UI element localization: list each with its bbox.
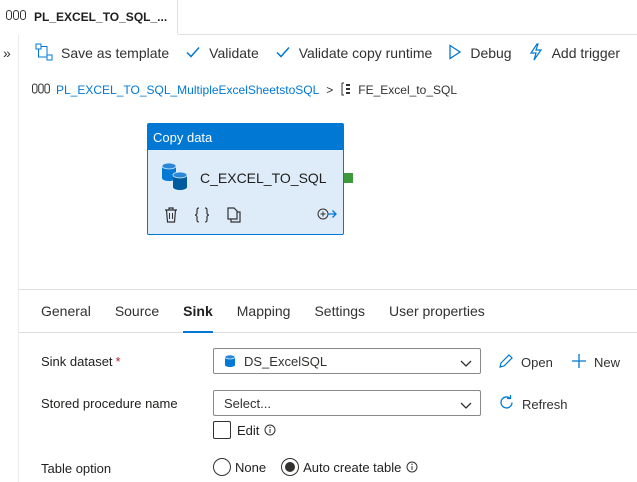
refresh-icon: [498, 394, 522, 414]
success-output-port[interactable]: [344, 173, 353, 183]
open-dataset-button[interactable]: Open: [498, 353, 553, 372]
activity-type-header: Copy data: [148, 124, 343, 150]
debug-label: Debug: [470, 45, 512, 61]
code-icon[interactable]: [194, 207, 210, 223]
database-copy-icon: [160, 162, 190, 197]
play-icon: [448, 43, 470, 63]
table-option-auto-label: Auto create table: [303, 459, 402, 475]
lightning-icon: [528, 42, 552, 64]
plus-icon: [571, 353, 594, 372]
edit-checkbox[interactable]: [213, 421, 231, 439]
checkmark-icon: [275, 44, 299, 63]
copy-data-activity[interactable]: Copy data C_EXCEL_TO_SQL: [147, 123, 344, 235]
pencil-icon: [498, 353, 521, 372]
tab-bar: PL_EXCEL_TO_SQL_...: [0, 0, 637, 35]
sink-dataset-label: Sink dataset *: [41, 354, 121, 369]
table-option-group: None Auto create table: [213, 458, 418, 476]
tab-sink[interactable]: Sink: [183, 290, 213, 333]
table-option-label: Table option: [41, 461, 112, 476]
tab-pipeline[interactable]: PL_EXCEL_TO_SQL_...: [0, 0, 178, 35]
debug-button[interactable]: Debug: [448, 43, 512, 63]
table-option-auto-radio[interactable]: [281, 458, 300, 476]
sink-dataset-label-text: Sink dataset: [41, 354, 113, 369]
chevron-down-icon: [460, 398, 472, 413]
tab-label: PL_EXCEL_TO_SQL_...: [34, 9, 168, 24]
edit-label: Edit: [237, 422, 260, 438]
clone-icon[interactable]: [226, 207, 242, 223]
new-dataset-button[interactable]: New: [571, 353, 620, 372]
validate-copy-runtime-button[interactable]: Validate copy runtime: [275, 44, 433, 63]
stored-procedure-label: Stored procedure name: [41, 396, 178, 411]
table-option-none-label: None: [235, 459, 267, 475]
tab-source[interactable]: Source: [115, 290, 159, 333]
refresh-label: Refresh: [522, 396, 568, 412]
pipeline-editor: PL_EXCEL_TO_SQL_... » Save as template V…: [0, 0, 637, 482]
checkmark-icon: [185, 44, 209, 63]
properties-tabs: General Source Sink Mapping Settings Use…: [19, 290, 637, 333]
foreach-icon: [340, 82, 352, 99]
save-as-template-button[interactable]: Save as template: [35, 43, 169, 64]
add-trigger-button[interactable]: Add trigger: [528, 42, 621, 64]
stored-procedure-placeholder: Select...: [224, 395, 271, 411]
add-trigger-label: Add trigger: [551, 45, 621, 61]
info-icon[interactable]: [264, 424, 276, 436]
validate-label: Validate: [209, 45, 259, 61]
expand-chevron-icon[interactable]: »: [3, 45, 11, 61]
table-option-none-radio[interactable]: [213, 458, 231, 476]
breadcrumb-pipeline-link[interactable]: PL_EXCEL_TO_SQL_MultipleExcelSheetstoSQL: [56, 83, 319, 97]
sink-dataset-value: DS_ExcelSQL: [244, 353, 328, 369]
pipeline-icon: [6, 8, 26, 26]
tab-mapping[interactable]: Mapping: [237, 290, 291, 333]
tab-user-properties[interactable]: User properties: [389, 290, 485, 333]
toolbar: Save as template Validate Validate copy …: [19, 35, 637, 71]
template-icon: [35, 43, 61, 64]
delete-icon[interactable]: [164, 207, 178, 223]
new-label: New: [594, 355, 621, 370]
left-rail: »: [0, 35, 19, 482]
tab-general[interactable]: General: [41, 290, 91, 333]
tab-settings[interactable]: Settings: [314, 290, 365, 333]
activity-name: C_EXCEL_TO_SQL: [200, 170, 327, 186]
stored-procedure-dropdown[interactable]: Select...: [213, 390, 481, 416]
chevron-down-icon: [460, 356, 472, 371]
required-mark: *: [115, 354, 121, 369]
refresh-button[interactable]: Refresh: [498, 394, 568, 414]
open-label: Open: [521, 355, 553, 370]
edit-option: Edit: [213, 421, 276, 439]
info-icon[interactable]: [406, 461, 418, 473]
sink-dataset-dropdown[interactable]: DS_ExcelSQL: [213, 348, 481, 374]
breadcrumb: PL_EXCEL_TO_SQL_MultipleExcelSheetstoSQL…: [32, 82, 457, 98]
breadcrumb-current: FE_Excel_to_SQL: [358, 83, 457, 97]
save-as-template-label: Save as template: [61, 45, 170, 61]
database-icon: [224, 354, 236, 368]
validate-copy-runtime-label: Validate copy runtime: [298, 45, 433, 61]
activity-actions: [164, 207, 258, 223]
breadcrumb-separator: >: [326, 83, 334, 97]
add-output-arrow-icon[interactable]: [317, 207, 337, 226]
pipeline-icon: [32, 83, 50, 97]
activity-body: C_EXCEL_TO_SQL: [148, 150, 343, 234]
validate-button[interactable]: Validate: [185, 44, 259, 63]
